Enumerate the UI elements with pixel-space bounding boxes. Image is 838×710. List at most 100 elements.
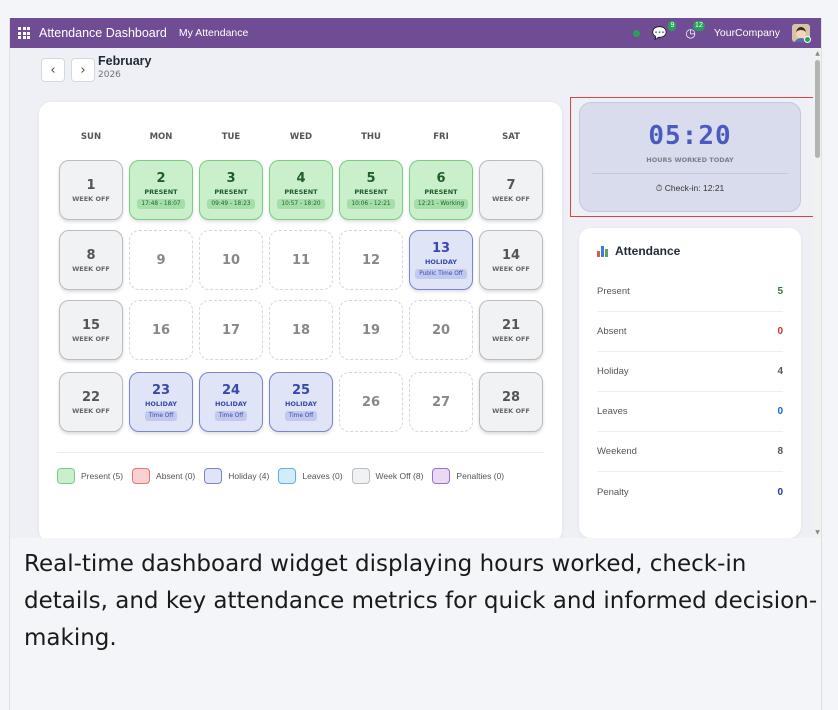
legend-label: Holiday (4) (228, 471, 270, 481)
calendar-day-present[interactable]: 5 PRESENT 10:06 - 12:21 (339, 160, 403, 220)
calendar-day-present[interactable]: 6 PRESENT 12:21 - Working (409, 160, 473, 220)
page-scrollbar[interactable]: ▲ ▼ (813, 48, 822, 538)
calendar-day-empty[interactable]: 19 (339, 300, 403, 360)
calendar-card: SUN MON TUE WED THU FRI SAT 1 WEEK OFF 2 PRESENT 1… (39, 102, 562, 538)
activity-badge: 12 (693, 21, 705, 31)
day-status: PRESENT (144, 188, 178, 196)
day-status: PRESENT (354, 188, 388, 196)
day-note: Public Time Off (415, 269, 467, 279)
calendar-legend: Present (5) Absent (0) Holiday (4) Leaves (… (57, 468, 513, 484)
attendance-stat-row: Absent 0 (597, 312, 783, 352)
day-status: WEEK OFF (72, 194, 110, 203)
day-status: HOLIDAY (284, 400, 318, 408)
legend-label: Leaves (0) (302, 471, 343, 481)
stat-value: 0 (777, 406, 783, 417)
legend-swatch (351, 468, 370, 484)
legend-item: Leaves (0) (278, 468, 343, 484)
day-number: 20 (431, 322, 451, 338)
calendar-day-weekoff[interactable]: 14 WEEK OFF (479, 230, 543, 290)
menu-my-attendance[interactable]: My Attendance (179, 27, 248, 39)
day-number: 8 (86, 247, 96, 263)
activity-clock-icon[interactable]: ◷ 12 (685, 21, 705, 39)
scroll-down-arrow-icon[interactable]: ▼ (814, 529, 821, 536)
chat-badge: 9 (668, 21, 677, 31)
attendance-title-text: Attendance (615, 244, 681, 258)
calendar-day-weekoff[interactable]: 8 WEEK OFF (59, 230, 123, 290)
user-menu[interactable] (792, 24, 811, 43)
day-status: HOLIDAY (214, 400, 248, 408)
calendar-day-empty[interactable]: 20 (409, 300, 473, 360)
day-number: 2 (156, 171, 166, 186)
weekday-label: FRI (433, 132, 449, 142)
attendance-summary-card: Attendance Present 5 Absent 0 Holiday 4 Leaves… (579, 228, 801, 538)
attendance-stat-row: Weekend 8 (597, 432, 783, 472)
day-status: WEEK OFF (492, 406, 530, 415)
scroll-up-arrow-icon[interactable]: ▲ (814, 50, 821, 57)
day-status: PRESENT (284, 188, 318, 196)
calendar-day-weekoff[interactable]: 1 WEEK OFF (59, 160, 123, 220)
stat-label: Penalty (597, 486, 629, 498)
legend-label: Week Off (8) (375, 471, 424, 481)
calendar-day-empty[interactable]: 11 (269, 230, 333, 290)
checkin-time: Check-in: 12:21 (664, 183, 725, 193)
calendar-day-empty[interactable]: 17 (199, 300, 263, 360)
calendar-day-present[interactable]: 2 PRESENT 17:48 - 18:07 (129, 160, 193, 220)
legend-swatch (132, 468, 151, 484)
calendar-day-empty[interactable]: 9 (129, 230, 193, 290)
calendar-day-empty[interactable]: 16 (129, 300, 193, 360)
day-number: 5 (366, 171, 376, 186)
checkin-info: ⏱ Check-in: 12:21 (580, 183, 800, 194)
day-number: 4 (296, 171, 306, 186)
year-label: 2026 (98, 70, 121, 80)
legend-swatch (278, 468, 297, 484)
calendar-day-holiday[interactable]: 13 HOLIDAY Public Time Off (409, 230, 473, 290)
calendar-day-present[interactable]: 3 PRESENT 09:49 - 18:23 (199, 160, 263, 220)
day-status: WEEK OFF (492, 264, 530, 273)
calendar-day-holiday[interactable]: 24 HOLIDAY Time Off (199, 372, 263, 432)
calendar-day-weekoff[interactable]: 21 WEEK OFF (479, 300, 543, 360)
day-status: HOLIDAY (144, 400, 178, 408)
calendar-day-holiday[interactable]: 23 HOLIDAY Time Off (129, 372, 193, 432)
calendar-day-empty[interactable]: 18 (269, 300, 333, 360)
calendar-day-empty[interactable]: 26 (339, 372, 403, 432)
screenshot-caption: Real-time dashboard widget displaying ho… (24, 551, 818, 651)
month-label: February (98, 54, 152, 68)
legend-label: Penalties (0) (456, 471, 505, 481)
stat-value: 0 (777, 486, 783, 498)
calendar-day-weekoff[interactable]: 15 WEEK OFF (59, 300, 123, 360)
stopwatch-icon: ⏱ (655, 183, 663, 193)
app-title[interactable]: Attendance Dashboard (39, 26, 167, 40)
calendar-day-empty[interactable]: 10 (199, 230, 263, 290)
stat-label: Leaves (597, 406, 628, 417)
stat-value: 5 (777, 286, 783, 297)
stat-label: Weekend (597, 446, 637, 457)
calendar-day-empty[interactable]: 27 (409, 372, 473, 432)
day-status: PRESENT (214, 188, 248, 196)
prev-month-button[interactable]: ‹ (41, 58, 65, 82)
apps-grid-icon[interactable] (18, 27, 30, 39)
calendar-day-present[interactable]: 4 PRESENT 10:57 - 18:20 (269, 160, 333, 220)
company-switcher[interactable]: YourCompany (714, 27, 780, 39)
calendar-day-weekoff[interactable]: 28 WEEK OFF (479, 372, 543, 432)
day-note: 12:21 - Working (413, 199, 469, 209)
day-number: 13 (431, 241, 451, 256)
calendar-day-weekoff[interactable]: 7 WEEK OFF (479, 160, 543, 220)
day-number: 26 (361, 394, 381, 410)
calendar-day-empty[interactable]: 12 (339, 230, 403, 290)
navbar-systray: 💬 9 ◷ 12 YourCompany (633, 18, 811, 48)
day-status: PRESENT (424, 188, 458, 196)
day-note: Time Off (144, 411, 178, 421)
stat-value: 8 (777, 446, 783, 457)
day-number: 6 (436, 171, 446, 186)
day-status: WEEK OFF (72, 264, 110, 273)
day-number: 16 (151, 322, 171, 338)
scrollbar-thumb[interactable] (815, 60, 820, 158)
day-note: 09:49 - 18:23 (207, 199, 255, 209)
next-month-button[interactable]: › (71, 58, 95, 82)
weekday-label: SUN (80, 132, 102, 142)
calendar-day-weekoff[interactable]: 22 WEEK OFF (59, 372, 123, 432)
legend-swatch (204, 468, 223, 484)
calendar-day-holiday[interactable]: 25 HOLIDAY Time Off (269, 372, 333, 432)
day-number: 7 (506, 177, 516, 193)
chat-icon[interactable]: 💬 9 (652, 21, 677, 39)
